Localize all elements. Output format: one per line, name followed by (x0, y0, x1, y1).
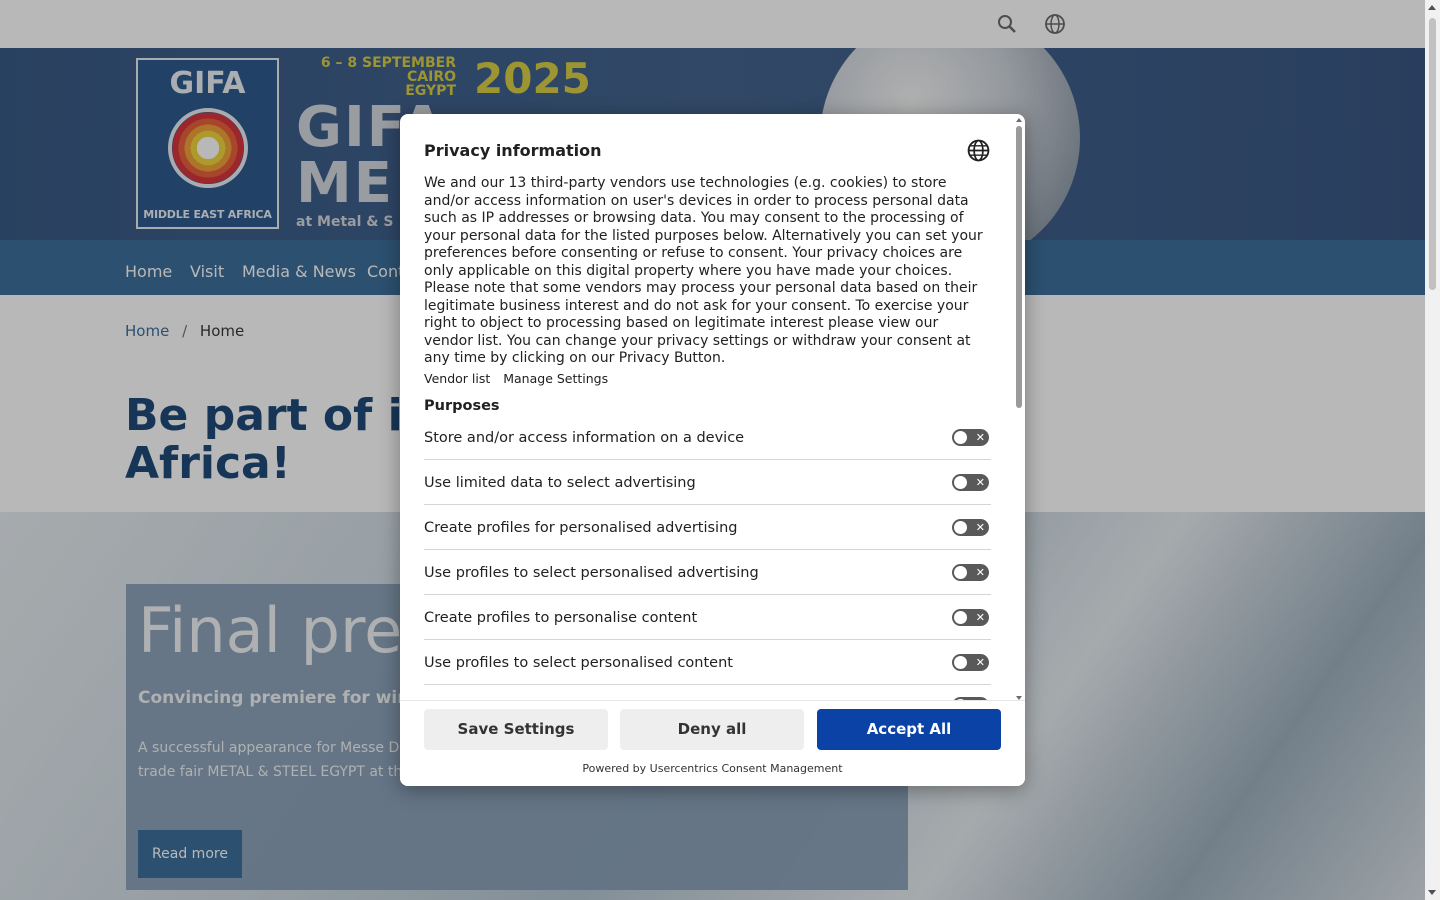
consent-scroll-down-icon[interactable] (1016, 696, 1022, 700)
purpose-row-partial (424, 685, 991, 700)
close-x-icon: ✕ (975, 476, 985, 489)
purpose-label: Use profiles to select personalised adve… (424, 565, 759, 581)
purpose-row: Store and/or access information on a dev… (424, 415, 991, 460)
purpose-label: Create profiles to personalise content (424, 610, 698, 626)
consent-scrollbar-thumb[interactable] (1016, 126, 1022, 408)
accept-all-button[interactable]: Accept All (817, 709, 1001, 750)
purpose-label: Store and/or access information on a dev… (424, 430, 745, 446)
consent-links: Vendor list Manage Settings (424, 371, 617, 386)
purpose-label: Use limited data to select advertising (424, 475, 696, 491)
toggle-knob (954, 611, 967, 624)
purpose-toggle[interactable]: ✕ (952, 429, 989, 446)
manage-settings-link[interactable]: Manage Settings (503, 371, 608, 386)
scroll-down-arrow-icon[interactable] (1428, 890, 1436, 895)
purpose-toggle[interactable]: ✕ (952, 519, 989, 536)
save-settings-button[interactable]: Save Settings (424, 709, 608, 750)
deny-all-button[interactable]: Deny all (620, 709, 804, 750)
vendor-list-link[interactable]: Vendor list (424, 371, 490, 386)
consent-footer: Save Settings Deny all Accept All Powere… (400, 700, 1025, 786)
purpose-toggle[interactable]: ✕ (952, 474, 989, 491)
consent-title: Privacy information (424, 141, 602, 160)
purpose-toggle[interactable]: ✕ (952, 564, 989, 581)
close-x-icon: ✕ (975, 566, 985, 579)
purpose-row: Create profiles for personalised adverti… (424, 505, 991, 550)
privacy-consent-dialog: Privacy information We and our 13 third-… (400, 114, 1025, 786)
close-x-icon: ✕ (975, 611, 985, 624)
purposes-list: Store and/or access information on a dev… (424, 415, 991, 700)
scroll-up-arrow-icon[interactable] (1428, 5, 1436, 10)
consent-scroll-body[interactable]: Privacy information We and our 13 third-… (400, 114, 1025, 700)
purposes-heading: Purposes (424, 398, 500, 414)
purpose-toggle[interactable]: ✕ (952, 654, 989, 671)
consent-scroll-up-icon[interactable] (1016, 118, 1022, 122)
consent-scrollbar[interactable] (1015, 118, 1023, 700)
page-scrollbar[interactable] (1425, 0, 1440, 900)
consent-description: We and our 13 third-party vendors use te… (424, 175, 983, 366)
close-x-icon: ✕ (975, 521, 985, 534)
purpose-row: Use profiles to select personalised adve… (424, 550, 991, 595)
toggle-knob (954, 521, 967, 534)
toggle-knob (954, 656, 967, 669)
toggle-knob (954, 476, 967, 489)
scrollbar-thumb[interactable] (1429, 18, 1436, 290)
close-x-icon: ✕ (975, 656, 985, 669)
purpose-label: Create profiles for personalised adverti… (424, 520, 738, 536)
purpose-row: Create profiles to personalise content ✕ (424, 595, 991, 640)
purpose-label: Use profiles to select personalised cont… (424, 655, 733, 671)
close-x-icon: ✕ (975, 431, 985, 444)
purpose-row: Use limited data to select advertising ✕ (424, 460, 991, 505)
toggle-knob (954, 431, 967, 444)
language-globe-icon[interactable] (966, 138, 991, 167)
toggle-knob (954, 566, 967, 579)
purpose-toggle[interactable]: ✕ (952, 609, 989, 626)
powered-by-text: Powered by Usercentrics Consent Manageme… (582, 762, 843, 775)
purpose-row: Use profiles to select personalised cont… (424, 640, 991, 685)
